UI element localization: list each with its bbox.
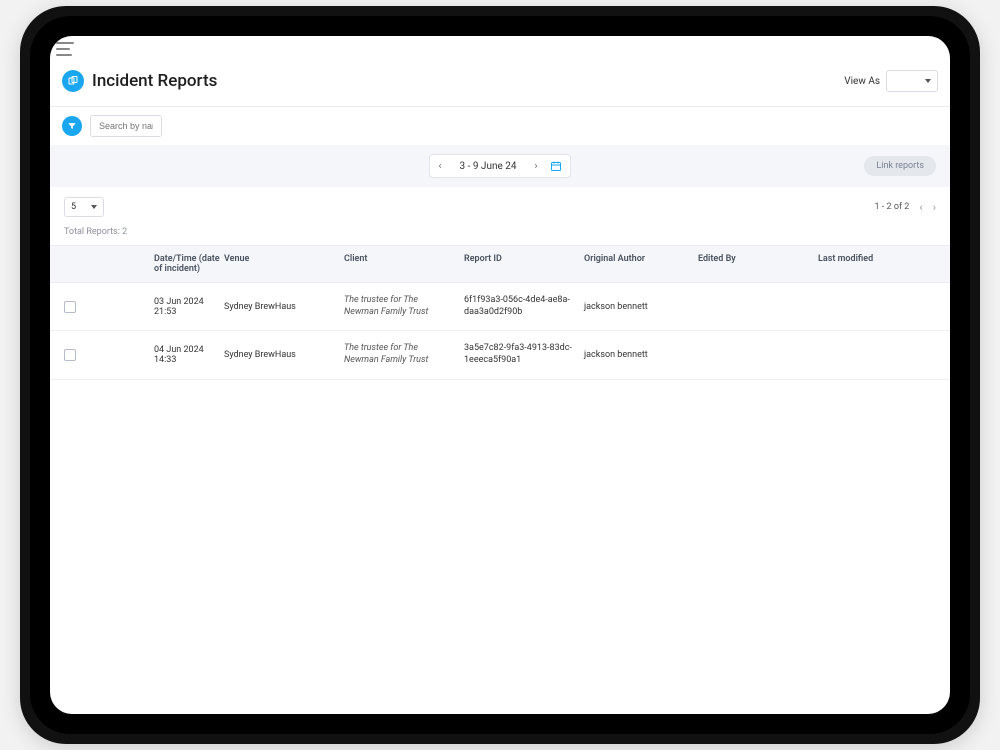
topbar	[50, 36, 950, 62]
table-row[interactable]: 03 Jun 2024 21:53 Sydney BrewHaus The tr…	[50, 283, 950, 331]
pagination-text: 1 - 2 of 2	[875, 202, 910, 212]
filter-icon	[67, 121, 77, 131]
link-reports-button[interactable]: Link reports	[864, 156, 936, 176]
view-as-select[interactable]	[886, 70, 938, 92]
col-report-id: Report ID	[464, 254, 584, 274]
page-size-value: 5	[71, 202, 76, 212]
prev-page-button[interactable]: ‹	[919, 201, 922, 214]
col-original-author: Original Author	[584, 254, 698, 274]
col-datetime: Date/Time (date of incident)	[104, 254, 224, 274]
menu-icon[interactable]	[56, 42, 74, 56]
pagination: 1 - 2 of 2 ‹ ›	[875, 201, 936, 214]
row-checkbox[interactable]	[64, 301, 76, 313]
calendar-button[interactable]	[548, 158, 564, 174]
cell-venue: Sydney BrewHaus	[224, 350, 344, 360]
date-bar: ‹ 3 - 9 June 24 › Link reports	[50, 145, 950, 187]
cell-original-author: jackson bennett	[584, 350, 698, 360]
next-page-button[interactable]: ›	[933, 201, 936, 214]
col-checkbox	[64, 254, 104, 274]
search-input[interactable]	[90, 115, 162, 137]
page-header: Incident Reports View As	[50, 62, 950, 107]
cell-datetime: 03 Jun 2024 21:53	[104, 297, 224, 317]
cell-original-author: jackson bennett	[584, 302, 698, 312]
col-client: Client	[344, 254, 464, 274]
chevron-down-icon	[91, 205, 97, 209]
filter-button[interactable]	[62, 116, 82, 136]
incident-reports-icon	[62, 70, 84, 92]
page-title: Incident Reports	[92, 71, 844, 91]
prev-week-button[interactable]: ‹	[436, 161, 443, 172]
table-row[interactable]: 04 Jun 2024 14:33 Sydney BrewHaus The tr…	[50, 331, 950, 379]
table-body: 03 Jun 2024 21:53 Sydney BrewHaus The tr…	[50, 283, 950, 380]
screen: Incident Reports View As ‹ 3 - 9 June 24…	[50, 36, 950, 714]
cell-client: The trustee for The Newman Family Trust	[344, 343, 464, 366]
date-range-label: 3 - 9 June 24	[451, 161, 524, 172]
cell-report-id: 3a5e7c82-9fa3-4913-83dc-1eeeca5f90a1	[464, 343, 584, 366]
total-reports-label: Total Reports: 2	[50, 221, 950, 245]
calendar-icon	[550, 160, 562, 172]
col-edited-by: Edited By	[698, 254, 818, 274]
tablet-frame: Incident Reports View As ‹ 3 - 9 June 24…	[20, 6, 980, 744]
controls-row: 5 1 - 2 of 2 ‹ ›	[50, 187, 950, 221]
next-week-button[interactable]: ›	[533, 161, 540, 172]
table-header: Date/Time (date of incident) Venue Clien…	[50, 245, 950, 283]
col-venue: Venue	[224, 254, 344, 274]
cell-venue: Sydney BrewHaus	[224, 302, 344, 312]
date-range-picker: ‹ 3 - 9 June 24 ›	[429, 154, 570, 178]
reports-table: Date/Time (date of incident) Venue Clien…	[50, 245, 950, 380]
row-checkbox[interactable]	[64, 349, 76, 361]
chevron-down-icon	[925, 79, 931, 83]
tablet-bezel: Incident Reports View As ‹ 3 - 9 June 24…	[30, 16, 970, 734]
cell-datetime: 04 Jun 2024 14:33	[104, 345, 224, 365]
col-last-modified: Last modified	[818, 254, 936, 274]
page-size-select[interactable]: 5	[64, 197, 104, 217]
filter-row	[50, 107, 950, 145]
cell-client: The trustee for The Newman Family Trust	[344, 295, 464, 318]
view-as-label: View As	[844, 76, 880, 87]
cell-report-id: 6f1f93a3-056c-4de4-ae8a-daa3a0d2f90b	[464, 295, 584, 318]
